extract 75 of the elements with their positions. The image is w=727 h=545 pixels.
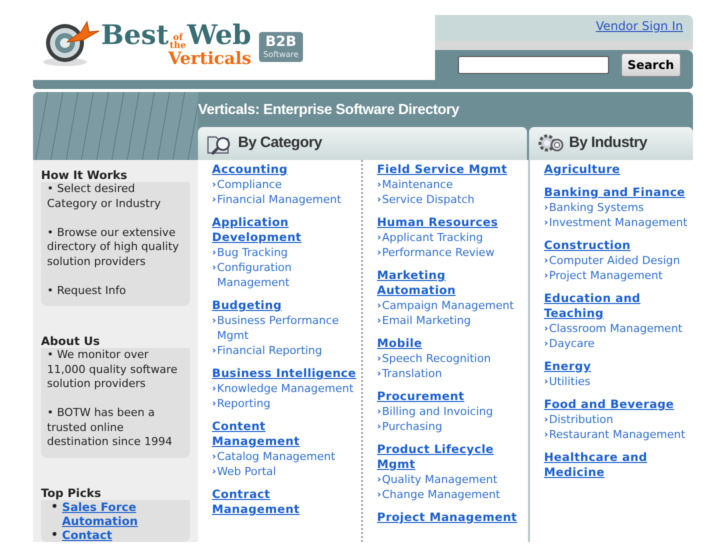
subcategory-link[interactable]: Knowledge Management (212, 381, 357, 396)
subcategory-link[interactable]: Daycare (544, 336, 689, 351)
subcategory-link[interactable]: Configuration Management (212, 260, 357, 290)
category-link[interactable]: Agriculture (544, 162, 620, 177)
subcategory-link[interactable]: Financial Management (212, 192, 357, 207)
sidebar-heading: About Us (41, 334, 101, 348)
subcategory-link[interactable]: Billing and Invoicing (377, 404, 524, 419)
subcategory-link[interactable]: Speech Recognition (377, 351, 524, 366)
subcategory-link[interactable]: Project Management (544, 268, 689, 283)
logo-subtitle: Verticals (168, 50, 252, 68)
subcategory-link[interactable]: Restaurant Management (544, 427, 689, 442)
subcategory-link[interactable]: Performance Review (377, 245, 524, 260)
category-link[interactable]: Marketing Automation (377, 268, 524, 298)
category-link[interactable]: Project Management (377, 510, 518, 525)
subcategory-link[interactable]: Classroom Management (544, 321, 689, 336)
logo-text: Web (187, 22, 252, 50)
category-link[interactable]: Banking and Finance (544, 185, 686, 200)
sidebar-heading: How It Works (41, 168, 128, 182)
subcategory-link[interactable]: Service Dispatch (377, 192, 524, 207)
subcategory-link[interactable]: Email Marketing (377, 313, 524, 328)
category-link[interactable]: Human Resources (377, 215, 498, 230)
category-link[interactable]: Budgeting (212, 298, 282, 313)
sidebar-link[interactable]: Contact (62, 528, 112, 542)
bullet: • (51, 500, 58, 514)
subcategory-link[interactable]: Compliance (212, 177, 357, 192)
subcategory-link[interactable]: Campaign Management (377, 298, 524, 313)
sidebar-link[interactable]: Sales Force Automation (62, 500, 186, 528)
sidebar-text: • Browse our extensive directory of high quality solution providers (47, 226, 180, 269)
search-button[interactable]: Search (620, 53, 681, 77)
subcategory-link[interactable]: Investment Management (544, 215, 689, 230)
category-link[interactable]: Content Management (212, 419, 357, 449)
subcategory-link[interactable]: Utilities (544, 374, 689, 389)
category-link[interactable]: Procurement (377, 389, 464, 404)
sidebar-text: • We monitor over 11,000 quality software solution providers (47, 348, 178, 392)
category-link[interactable]: Energy (544, 359, 592, 374)
category-link[interactable]: Product Lifecycle Mgmt (377, 442, 524, 472)
sidebar-heading: Top Picks (41, 486, 102, 500)
category-link[interactable]: Business Intelligence (212, 366, 356, 381)
subcategory-link[interactable]: Banking Systems (544, 200, 689, 215)
subcategory-link[interactable]: Change Management (377, 487, 524, 502)
subcategory-link[interactable]: Quality Management (377, 472, 524, 487)
subcategory-link[interactable]: Catalog Management (212, 449, 357, 464)
search-field[interactable] (458, 56, 609, 74)
page-title: Verticals: Enterprise Software Directory (198, 101, 460, 120)
subcategory-link[interactable]: Computer Aided Design (544, 253, 689, 268)
b2b-badge: B2B Software (259, 32, 303, 62)
sidebar-text: • Request Info (47, 284, 127, 298)
subcategory-link[interactable]: Distribution (544, 412, 689, 427)
subcategory-link[interactable]: Applicant Tracking (377, 230, 524, 245)
subcategory-link[interactable]: Bug Tracking (212, 245, 357, 260)
category-link[interactable]: Education and Teaching (544, 291, 689, 321)
sidebar-text: • BOTW has been a trusted online destination since 1994 (47, 406, 174, 450)
logo-text: Best (101, 22, 169, 50)
sidebar-text: • Select desired Category or Industry (47, 182, 162, 211)
subcategory-link[interactable]: Financial Reporting (212, 343, 357, 358)
category-link[interactable]: Contract Management (212, 487, 357, 517)
category-link[interactable]: Accounting (212, 162, 288, 177)
subcategory-link[interactable]: Translation (377, 366, 524, 381)
logo-text: the (170, 42, 186, 50)
by-industry-tab[interactable]: By Industry (529, 127, 693, 160)
category-link[interactable]: Food and Beverage (544, 397, 674, 412)
subcategory-link[interactable]: Purchasing (377, 419, 524, 434)
subcategory-link[interactable]: Web Portal (212, 464, 357, 479)
subcategory-link[interactable]: Reporting (212, 396, 357, 411)
category-link[interactable]: Healthcare and Medicine (544, 450, 689, 480)
category-link[interactable]: Field Service Mgmt (377, 162, 508, 177)
vendor-sign-in-link[interactable]: Vendor Sign In (596, 19, 683, 33)
category-link[interactable]: Mobile (377, 336, 422, 351)
category-link[interactable]: Application Development (212, 215, 357, 245)
bullet: • (51, 528, 58, 542)
logo-text: of (172, 34, 183, 42)
by-category-tab[interactable]: By Category (198, 127, 527, 160)
subcategory-link[interactable]: Maintenance (377, 177, 524, 192)
subcategory-link[interactable]: Business Performance Mgmt (212, 313, 357, 343)
category-link[interactable]: Construction (544, 238, 631, 253)
